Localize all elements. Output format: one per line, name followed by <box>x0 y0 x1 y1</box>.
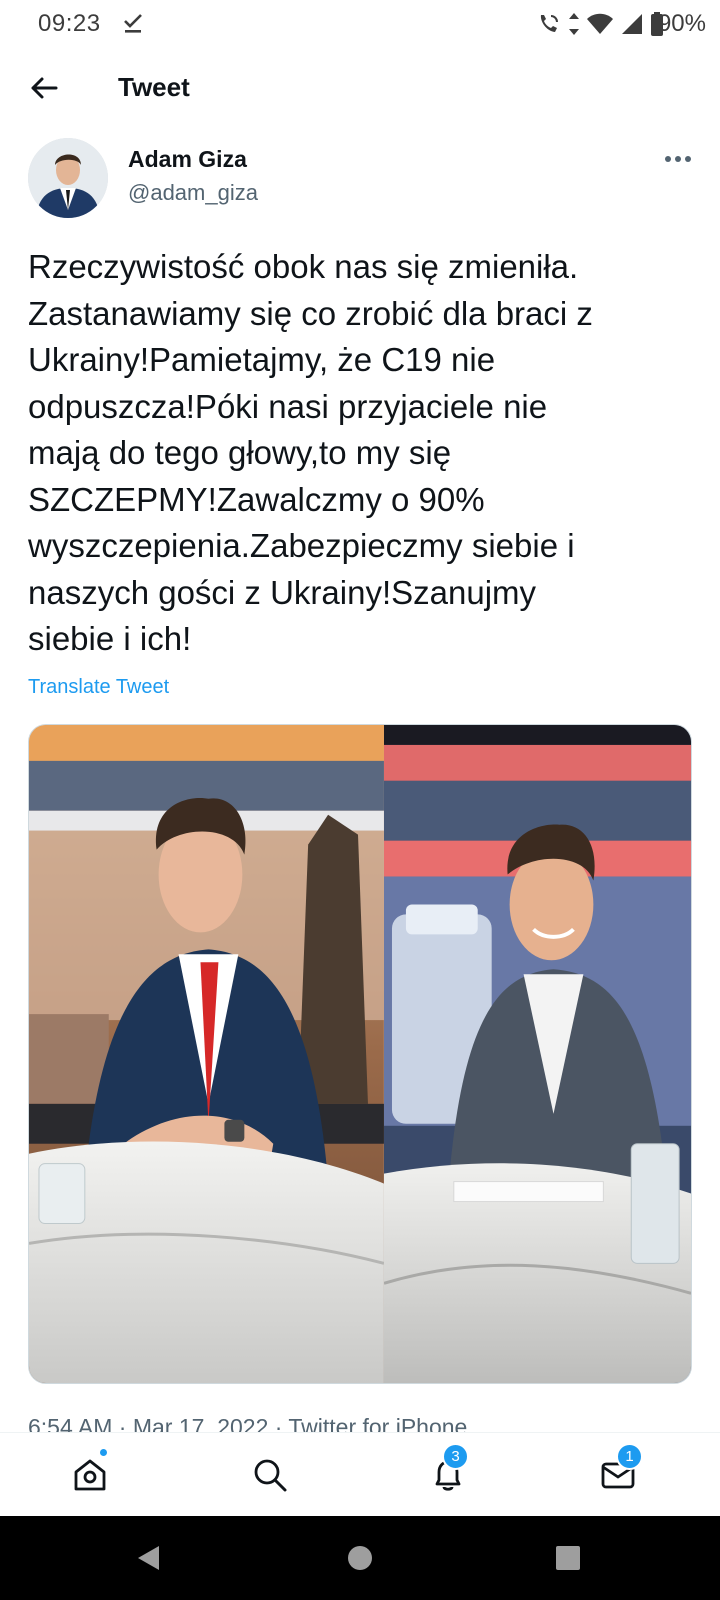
author-name[interactable]: Adam Giza <box>128 146 247 173</box>
tweet-text-line: naszych gości z Ukrainy!Szanujmy <box>28 573 537 611</box>
photo-studio-presenter-left <box>29 725 384 1383</box>
battery-level: 90% <box>657 10 706 37</box>
arrow-left-icon <box>31 77 58 99</box>
status-time: 09:23 <box>38 10 101 37</box>
tweet-text-line: siebie i ich! <box>28 620 192 657</box>
tweet-text-line: Zastanawiamy się co zrobić dla braci z <box>28 294 593 332</box>
system-back-button[interactable] <box>130 1540 166 1576</box>
nav-messages[interactable]: 1 <box>592 1443 644 1501</box>
tweet-text-line: SZCZEPMY!Zawalczmy o 90% <box>28 480 485 518</box>
status-icons <box>536 10 664 38</box>
bottom-nav: 3 1 <box>0 1432 720 1516</box>
system-recents-button[interactable] <box>550 1540 586 1576</box>
media-photo-left[interactable] <box>29 725 384 1383</box>
tweet-media[interactable] <box>28 724 692 1384</box>
nav-notifications[interactable]: 3 <box>422 1443 474 1501</box>
tweet-text-line: Rzeczywistość obok nas się zmieniła. <box>28 248 579 285</box>
system-home-button[interactable] <box>342 1540 378 1576</box>
tweet-text-line: wyszczepienia.Zabezpieczmy siebie i <box>28 527 575 564</box>
avatar-photo <box>28 138 108 218</box>
app-header: Tweet <box>0 56 720 120</box>
download-done-icon <box>124 14 142 33</box>
home-icon <box>74 1459 106 1491</box>
author-handle[interactable]: @adam_giza <box>128 180 258 206</box>
status-bar: 09:23 90% <box>0 0 720 48</box>
photo-studio-presenter-right <box>383 725 691 1383</box>
notifications-badge: 3 <box>442 1443 469 1470</box>
recents-square-icon <box>556 1546 580 1570</box>
back-triangle-icon <box>138 1546 159 1570</box>
tweet-text: Rzeczywistość obok nas się zmieniła. Zas… <box>28 244 698 663</box>
back-button[interactable] <box>26 70 62 106</box>
tweet-text-line: Ukrainy!Pamietajmy, że C19 nie <box>28 341 496 378</box>
data-arrows-icon <box>569 13 579 35</box>
avatar[interactable] <box>28 138 108 218</box>
wifi-calling-icon <box>540 15 558 32</box>
wifi-icon <box>587 13 613 34</box>
media-photo-right[interactable] <box>383 725 691 1383</box>
home-circle-icon <box>348 1546 372 1570</box>
more-horizontal-icon <box>665 156 691 162</box>
system-nav-bar <box>0 1516 720 1600</box>
translate-tweet-link[interactable]: Translate Tweet <box>28 676 169 699</box>
tweet-text-line: mają do tego głowy,to my się <box>28 434 452 471</box>
nav-home[interactable] <box>64 1447 116 1501</box>
more-options-button[interactable] <box>658 144 698 174</box>
messages-badge: 1 <box>616 1443 643 1470</box>
page-title: Tweet <box>118 72 190 102</box>
search-icon <box>254 1459 287 1492</box>
nav-search[interactable] <box>244 1449 296 1501</box>
tweet-text-line: odpuszcza!Póki nasi przyjaciele nie <box>28 387 548 425</box>
cellular-signal-icon <box>622 14 642 34</box>
home-new-dot <box>98 1447 109 1458</box>
